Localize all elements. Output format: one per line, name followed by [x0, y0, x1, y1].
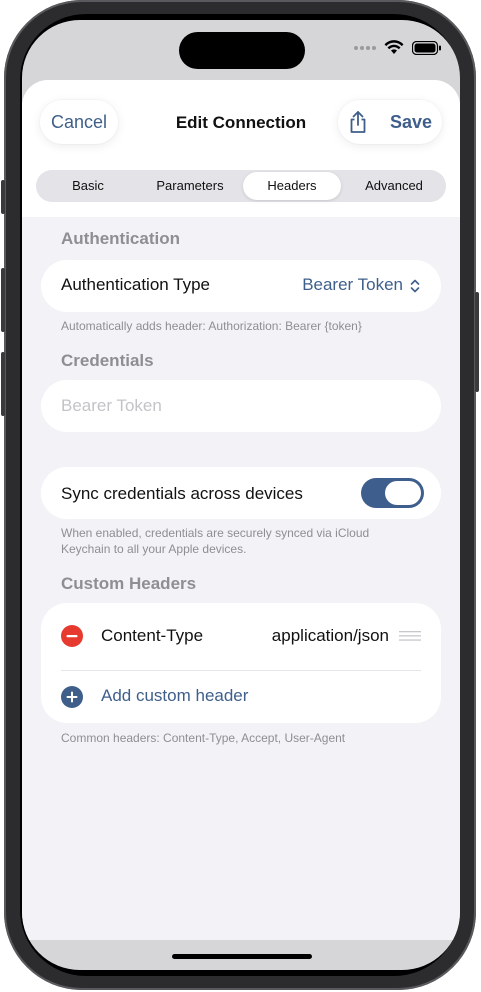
bearer-token-placeholder: Bearer Token	[61, 396, 162, 415]
custom-headers-section-title: Custom Headers	[61, 574, 197, 593]
sync-credentials-toggle[interactable]	[361, 478, 424, 508]
authentication-type-row[interactable]: Authentication Type Bearer Token	[41, 260, 441, 312]
sheet-header: Cancel Edit Connection Save Basic Parame…	[22, 80, 460, 217]
custom-headers-footnote: Common headers: Content-Type, Accept, Us…	[61, 731, 346, 745]
tab-basic[interactable]: Basic	[39, 172, 137, 200]
battery-icon	[412, 40, 441, 55]
authentication-type-value[interactable]: Bearer Token	[302, 275, 403, 295]
volume-down-button	[1, 352, 5, 416]
authentication-section-title: Authentication	[61, 229, 180, 248]
save-button[interactable]: Save	[390, 112, 432, 133]
action-button	[1, 180, 5, 214]
power-button	[475, 292, 479, 392]
cellular-dots-icon	[354, 45, 376, 50]
share-icon[interactable]	[346, 110, 370, 134]
remove-icon[interactable]	[61, 625, 83, 647]
custom-headers-card: Content-Type application/json Add custom…	[41, 603, 441, 723]
tab-headers[interactable]: Headers	[243, 172, 341, 200]
credentials-section-title: Credentials	[61, 351, 154, 370]
dynamic-island	[179, 32, 305, 69]
tab-advanced[interactable]: Advanced	[345, 172, 443, 200]
authentication-type-label: Authentication Type	[61, 275, 211, 294]
volume-up-button	[1, 268, 5, 332]
drag-handle-icon[interactable]	[399, 630, 421, 642]
screen: Cancel Edit Connection Save Basic Parame…	[22, 20, 460, 970]
list-item: Content-Type application/json	[41, 603, 441, 669]
edit-connection-sheet: Cancel Edit Connection Save Basic Parame…	[22, 80, 460, 940]
toggle-knob	[385, 481, 421, 505]
sync-credentials-label: Sync credentials across devices	[61, 484, 303, 503]
tab-parameters[interactable]: Parameters	[141, 172, 239, 200]
header-actions: Save	[338, 100, 442, 144]
sync-footnote: When enabled, credentials are securely s…	[61, 526, 370, 556]
header-value[interactable]: application/json	[272, 626, 389, 646]
add-custom-header-button[interactable]: Add custom header	[41, 671, 441, 723]
sync-credentials-row: Sync credentials across devices	[41, 467, 441, 519]
add-custom-header-label: Add custom header	[101, 686, 249, 705]
bearer-token-field[interactable]: Bearer Token	[41, 380, 441, 432]
authentication-footnote: Automatically adds header: Authorization…	[61, 319, 362, 333]
header-name[interactable]: Content-Type	[101, 626, 203, 646]
add-icon	[61, 686, 83, 708]
chevron-up-down-icon	[410, 279, 420, 293]
tab-bar: Basic Parameters Headers Advanced	[36, 170, 446, 202]
home-indicator	[172, 954, 312, 959]
status-bar	[354, 40, 442, 55]
wifi-icon	[384, 40, 404, 54]
